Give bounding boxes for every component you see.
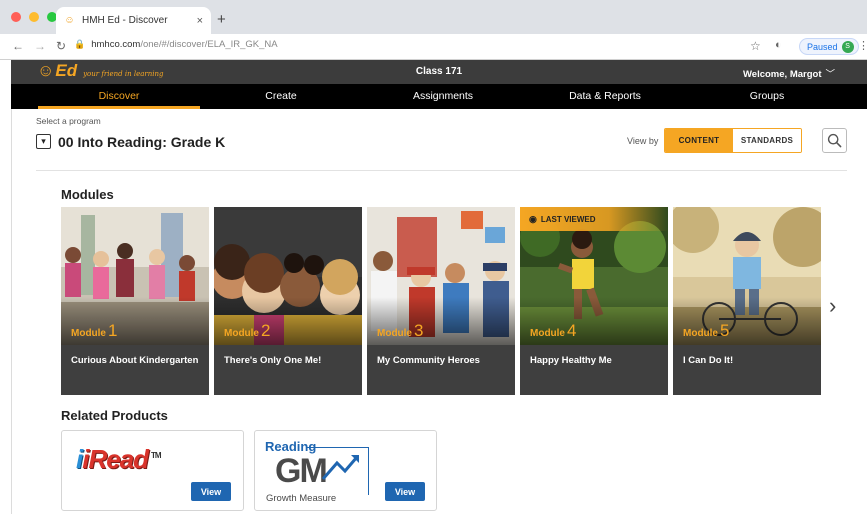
module-label: Module 2: [224, 321, 270, 341]
gm-letters: GM: [275, 452, 328, 490]
module-label: Module 3: [377, 321, 423, 341]
module-label: Module 4: [530, 321, 576, 341]
module-card-2[interactable]: Module 2 There's Only One Me!: [214, 207, 362, 395]
back-arrow-icon[interactable]: ←: [12, 39, 24, 53]
new-tab-button[interactable]: +: [217, 11, 226, 28]
module-number: 4: [567, 321, 577, 340]
browser-menu-icon[interactable]: ⋮: [858, 39, 867, 52]
module-number: 1: [108, 321, 118, 340]
module-card-4[interactable]: ◉ LAST VIEWED Module 4 Happy Healthy Me: [520, 207, 668, 395]
nav-data-reports[interactable]: Data & Reports: [524, 84, 686, 109]
lock-icon: 🔒: [74, 39, 86, 49]
module-card-3[interactable]: Module 3 My Community Heroes: [367, 207, 515, 395]
program-label: Select a program: [36, 116, 101, 126]
search-button[interactable]: [822, 128, 847, 153]
reload-icon[interactable]: ↻: [56, 39, 66, 53]
program-dropdown-icon[interactable]: ▾: [36, 134, 51, 149]
bookmark-star-icon[interactable]: ☆: [750, 39, 761, 53]
class-name: Class 171: [415, 66, 463, 77]
view-toggle: CONTENT STANDARDS: [664, 128, 802, 153]
url-path: /one/#/discover/ELA_IR_GK_NA: [140, 39, 278, 50]
iread-name: iRead: [82, 444, 149, 474]
page: ☺ HMH Ed - Discover × + ← → ↻ 🔒 hmhco.com…: [0, 0, 867, 514]
url-domain: hmhco.com: [91, 39, 141, 50]
main-nav: Discover Create Assignments Data & Repor…: [11, 84, 867, 109]
product-card-growth-measure[interactable]: Reading GM Growth Measure View: [254, 430, 437, 511]
module-number: 2: [261, 321, 271, 340]
profile-button[interactable]: Paused S: [799, 38, 859, 55]
module-title: There's Only One Me!: [224, 355, 322, 366]
search-icon: [827, 133, 842, 148]
module-number: 5: [720, 321, 730, 340]
extension-icon[interactable]: ◐: [775, 39, 782, 51]
module-card-1[interactable]: Module 1 Curious About Kindergarten: [61, 207, 209, 395]
module-title: My Community Heroes: [377, 355, 480, 366]
module-title: Happy Healthy Me: [530, 355, 612, 366]
eye-icon: ◉: [529, 213, 537, 224]
standards-view-button[interactable]: STANDARDS: [733, 129, 801, 152]
browser-tab[interactable]: ☺ HMH Ed - Discover ×: [56, 7, 211, 34]
nav-groups[interactable]: Groups: [686, 84, 848, 109]
user-menu[interactable]: Welcome, Margot ﹀: [743, 66, 835, 80]
view-by-label: View by: [627, 136, 659, 146]
content-view-button[interactable]: CONTENT: [665, 129, 733, 152]
program-select[interactable]: 00 Into Reading: Grade K: [58, 134, 225, 150]
module-word: Module: [71, 328, 106, 339]
nav-assignments[interactable]: Assignments: [362, 84, 524, 109]
browser-tab-bar: ☺ HMH Ed - Discover × +: [0, 0, 867, 34]
tab-title: HMH Ed - Discover: [82, 15, 168, 26]
nav-discover[interactable]: Discover: [38, 84, 200, 109]
module-title: Curious About Kindergarten: [71, 355, 199, 366]
module-label: Module 5: [683, 321, 729, 341]
carousel-next-icon[interactable]: ›: [829, 293, 836, 319]
module-number: 3: [414, 321, 424, 340]
last-viewed-label: LAST VIEWED: [540, 214, 596, 224]
profile-avatar: S: [841, 40, 854, 53]
growth-arrow-icon: [321, 455, 359, 480]
nav-create[interactable]: Create: [200, 84, 362, 109]
window-controls: [11, 12, 57, 22]
modules-heading: Modules: [61, 187, 114, 202]
view-growth-measure-button[interactable]: View: [385, 482, 425, 501]
profile-status: Paused: [807, 41, 838, 52]
module-card-5[interactable]: Module 5 I Can Do It!: [673, 207, 821, 395]
welcome-text: Welcome, Margot: [743, 69, 822, 80]
product-card-iread[interactable]: iiRead TM View: [61, 430, 244, 511]
module-word: Module: [530, 328, 565, 339]
app-header: ☺ Ed your friend in learning Class 171 W…: [11, 60, 867, 84]
close-window-button[interactable]: [11, 12, 21, 22]
module-word: Module: [224, 328, 259, 339]
url-field[interactable]: 🔒 hmhco.com/one/#/discover/ELA_IR_GK_NA: [74, 39, 278, 50]
module-title: I Can Do It!: [683, 355, 734, 366]
minimize-window-button[interactable]: [29, 12, 39, 22]
iread-logo: iiRead TM: [76, 444, 162, 475]
tab-close-icon[interactable]: ×: [197, 15, 203, 27]
address-bar: ← → ↻ 🔒 hmhco.com/one/#/discover/ELA_IR_G…: [0, 34, 867, 60]
module-word: Module: [683, 328, 718, 339]
gm-subtitle: Growth Measure: [266, 493, 337, 504]
forward-arrow-icon[interactable]: →: [34, 39, 46, 53]
module-label: Module 1: [71, 321, 117, 341]
last-viewed-badge: ◉ LAST VIEWED: [520, 207, 668, 231]
divider: [36, 170, 847, 171]
hmh-favicon-icon: ☺: [64, 15, 75, 26]
trademark-mark: TM: [151, 451, 162, 461]
view-iread-button[interactable]: View: [191, 482, 231, 501]
related-products-heading: Related Products: [61, 408, 168, 423]
module-word: Module: [377, 328, 412, 339]
chevron-down-icon: ﹀: [825, 69, 835, 80]
